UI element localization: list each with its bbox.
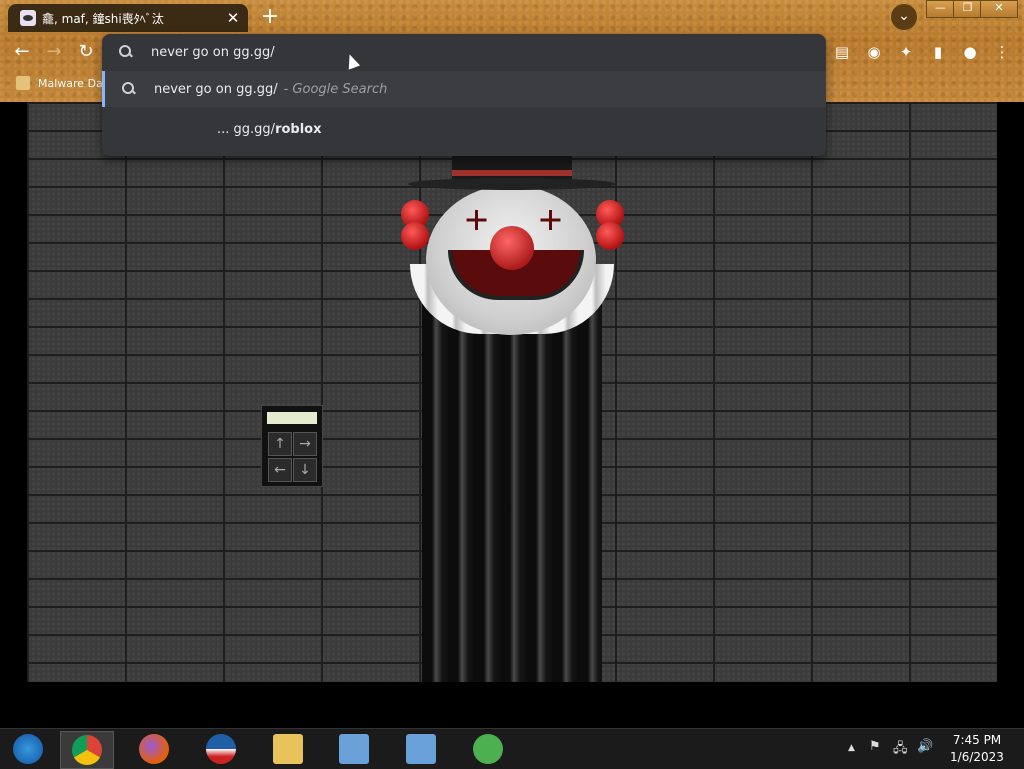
network-setup-icon[interactable] <box>328 731 380 767</box>
suggestion-url-prefix: ... gg.gg/ <box>217 121 276 137</box>
hat-brim <box>408 178 616 190</box>
search-icon <box>119 45 133 59</box>
taskbar: ▲ ⚑ 🖧 🔊 7:45 PM 1/6/2023 <box>0 728 1024 769</box>
clown-hat <box>408 150 616 192</box>
minimize-button[interactable]: — <box>926 0 955 18</box>
tab-close-button[interactable]: ✕ <box>224 9 242 27</box>
new-tab-button[interactable]: + <box>258 6 282 28</box>
suggestion-search[interactable]: never go on gg.gg/ - Google Search <box>102 71 826 107</box>
clown-hair-ball <box>401 222 429 250</box>
suggestion-url-bold: roblox <box>275 121 322 137</box>
more-vert-icon[interactable]: ⋮ <box>992 42 1012 62</box>
omnibox-input[interactable]: never go on gg.gg/ <box>151 45 275 60</box>
obama-logo-icon[interactable] <box>195 731 247 767</box>
account-icon[interactable]: ● <box>960 42 980 62</box>
messenger-icon[interactable] <box>462 731 514 767</box>
file-explorer-icon[interactable] <box>262 731 314 767</box>
back-button[interactable]: ← <box>10 40 34 64</box>
search-icon <box>122 82 136 96</box>
clock-time: 7:45 PM <box>952 733 1002 747</box>
show-hidden-icons-button[interactable]: ▲ <box>848 743 855 753</box>
clown-hair-ball <box>596 222 624 250</box>
tab-favicon-icon <box>20 10 36 26</box>
tab-title: 龕, maf, 鐘shi喪ﾀﾍﾞ汰 <box>42 11 164 26</box>
keypad-display <box>267 412 317 424</box>
tab-search-button[interactable]: ⌄ <box>891 4 917 30</box>
clown-eye-right <box>540 210 560 230</box>
clock[interactable]: 7:45 PM 1/6/2023 <box>942 732 1012 766</box>
key-right[interactable]: → <box>293 432 317 456</box>
suggestion-text: never go on gg.gg/ <box>154 81 278 97</box>
bookmark-favicon-icon <box>16 76 30 90</box>
omnibox-dropdown[interactable]: never go on gg.gg/ never go on gg.gg/ - … <box>102 34 826 156</box>
curtain-pillar <box>422 290 602 682</box>
start-orb-icon[interactable] <box>2 731 54 767</box>
maximize-button[interactable]: ❐ <box>953 0 982 18</box>
puzzle-icon[interactable]: ✦ <box>896 42 916 62</box>
tabs-icon[interactable]: ▤ <box>832 42 852 62</box>
bookmark-label: Malware Dat <box>38 76 108 90</box>
close-window-button[interactable]: ✕ <box>980 0 1018 18</box>
key-up[interactable]: ↑ <box>268 432 292 456</box>
network-setup-icon-2[interactable] <box>395 731 447 767</box>
firefox-icon[interactable] <box>128 731 180 767</box>
clown-nose <box>490 226 534 270</box>
key-down[interactable]: ↓ <box>293 458 317 482</box>
network-icon[interactable]: 🖧 <box>893 739 908 761</box>
forward-button[interactable]: → <box>42 40 66 64</box>
suggestion-url[interactable]: ... gg.gg/ roblox <box>102 110 826 148</box>
hat-band <box>452 170 572 176</box>
side-panel-icon[interactable]: ▮ <box>928 42 948 62</box>
reload-button[interactable]: ↻ <box>74 40 98 64</box>
clown-eye-left <box>466 210 486 230</box>
chrome-icon[interactable] <box>60 731 114 769</box>
bookmark-malware[interactable]: Malware Dat <box>16 76 107 90</box>
key-left[interactable]: ← <box>268 458 292 482</box>
action-center-flag-icon[interactable]: ⚑ <box>869 739 881 754</box>
clock-date: 1/6/2023 <box>950 750 1004 764</box>
omnibox-input-row[interactable]: never go on gg.gg/ <box>102 34 826 70</box>
profile-avatar-icon[interactable]: ◉ <box>864 42 884 62</box>
volume-icon[interactable]: 🔊 <box>917 739 933 754</box>
tab-active[interactable]: 龕, maf, 鐘shi喪ﾀﾍﾞ汰 ✕ <box>8 4 248 32</box>
suggestion-suffix: - Google Search <box>283 81 388 97</box>
keypad[interactable]: ↑ → ← ↓ <box>261 405 323 487</box>
